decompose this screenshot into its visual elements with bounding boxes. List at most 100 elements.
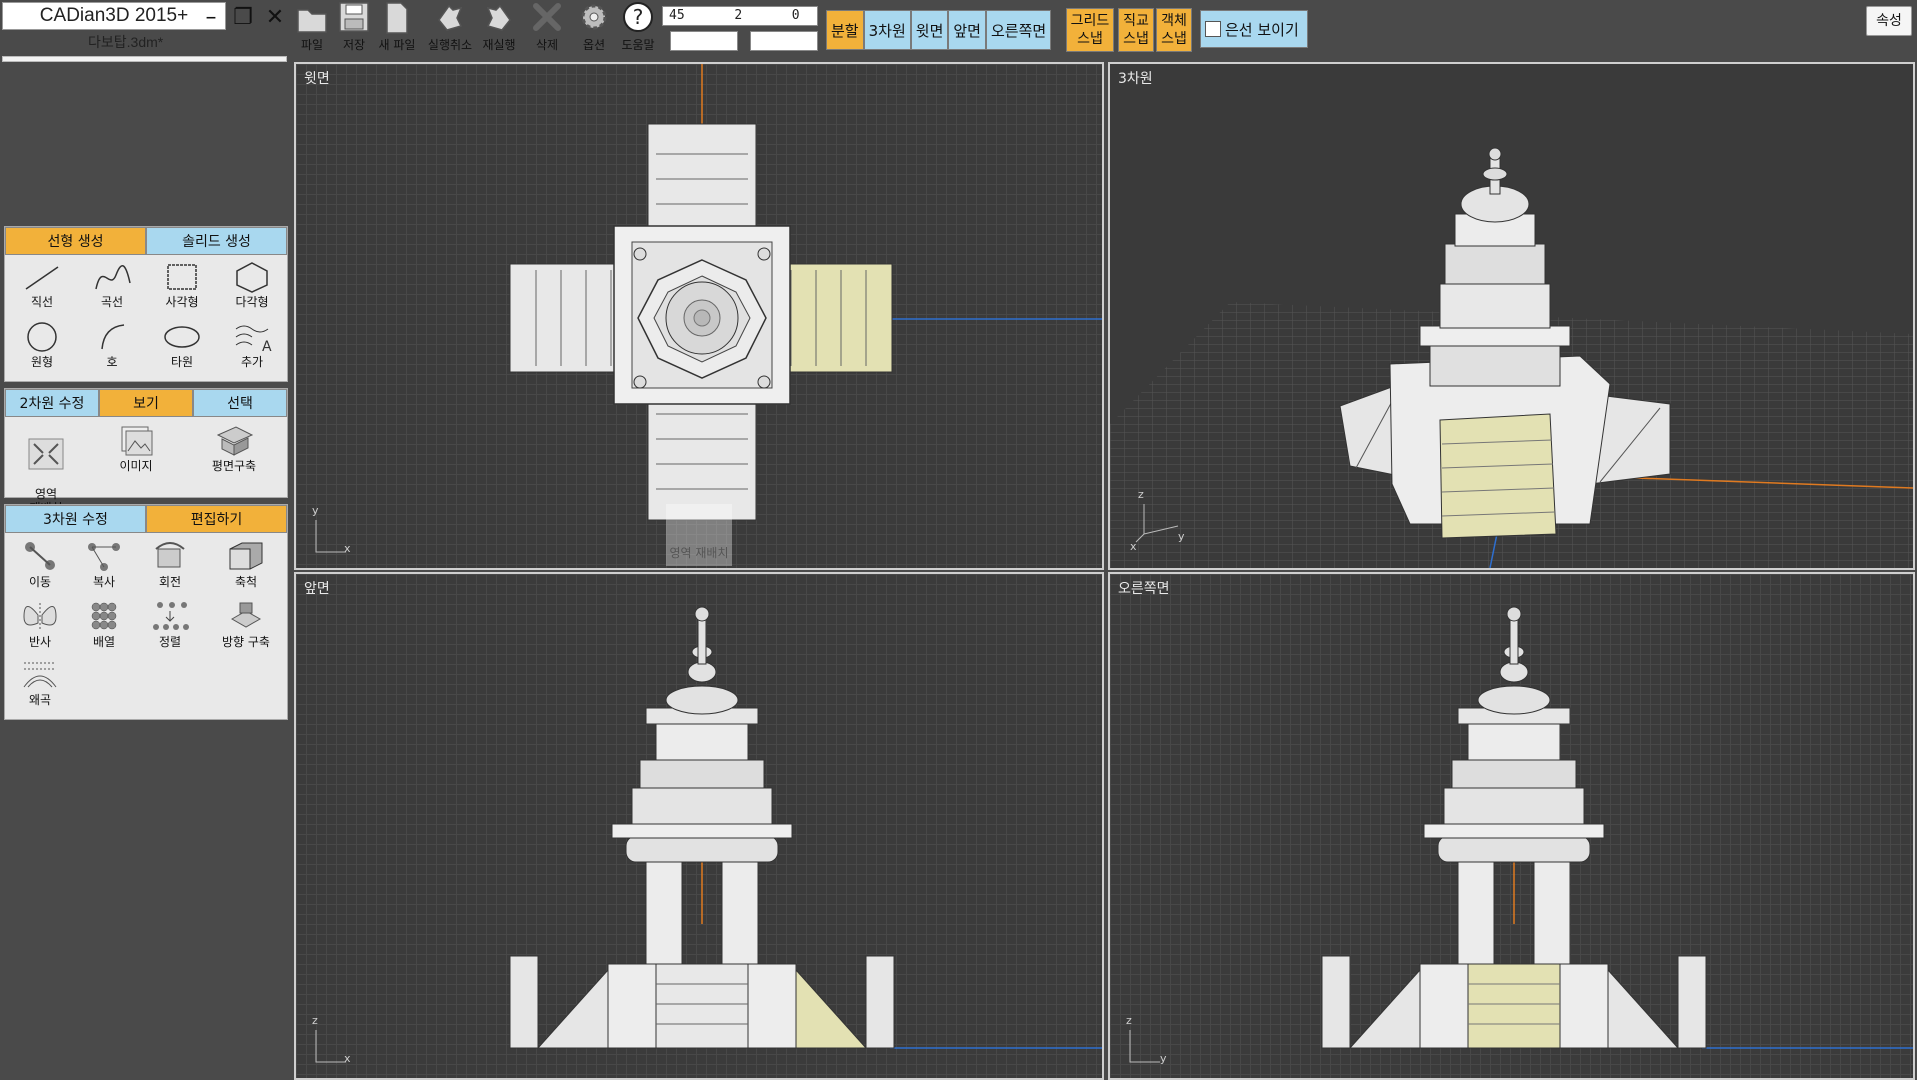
front-view-button[interactable]: 앞면 (948, 10, 986, 50)
tab-edit[interactable]: 편집하기 (146, 505, 287, 533)
split-view-button[interactable]: 분할 (826, 10, 864, 50)
array-tool[interactable]: 배열 (69, 599, 139, 649)
tab-line-create[interactable]: 선형 생성 (5, 227, 146, 255)
mirror-tool[interactable]: 반사 (5, 599, 75, 649)
perspective-viewport[interactable]: 3차원 z y x (1108, 62, 1915, 570)
options-button[interactable]: 옵션 (576, 0, 612, 56)
move-tool[interactable]: 이동 (5, 539, 75, 589)
align-tool-label: 정렬 (158, 635, 182, 649)
arc-tool-label: 호 (106, 355, 118, 369)
help-button[interactable]: ? 도움말 (616, 0, 660, 56)
new-file-label: 새 파일 (378, 38, 416, 52)
image-tool-label: 이미지 (119, 459, 153, 473)
coordinate-input[interactable]: 45 2 0 (662, 6, 818, 26)
save-button[interactable]: 저장 (336, 0, 372, 56)
open-file-label: 파일 (300, 38, 324, 52)
warp-icon (23, 662, 57, 688)
tab-2d-modify[interactable]: 2차원 수정 (5, 389, 99, 417)
warp-tool[interactable]: 왜곡 (5, 657, 75, 707)
scale-tool[interactable]: 축척 (211, 539, 281, 589)
help-icon: ? (623, 2, 653, 32)
rectangle-tool[interactable]: 사각형 (147, 261, 217, 309)
right-axis-z-label: z (1126, 1014, 1132, 1027)
circle-tool[interactable]: 원형 (7, 321, 77, 369)
grid-snap-button[interactable]: 그리드 스냅 (1066, 8, 1114, 52)
restore-button[interactable]: ❐ (230, 4, 256, 32)
ortho-snap-label-2: 스냅 (1123, 31, 1149, 47)
hidden-lines-toggle[interactable]: 은선 보이기 (1200, 10, 1308, 48)
add-tool-label: 추가 (240, 355, 264, 369)
align-icon (153, 602, 189, 630)
object-snap-button[interactable]: 객체 스냅 (1156, 8, 1192, 52)
copy-tool-label: 복사 (92, 575, 116, 589)
rotate-tool-label: 회전 (158, 575, 182, 589)
tab-3d-modify[interactable]: 3차원 수정 (5, 505, 146, 533)
arc-icon (101, 324, 125, 350)
radius-input[interactable] (670, 31, 738, 51)
curve-tool-label: 곡선 (100, 295, 124, 309)
undo-label: 실행취소 (427, 38, 473, 52)
perspective-view-drawing (1110, 147, 1913, 568)
redo-button[interactable]: 재실행 (478, 0, 520, 56)
image-tool[interactable]: 이미지 (101, 423, 171, 473)
coord-z-value: 0 (791, 8, 800, 23)
front-axis-indicator (315, 1030, 346, 1063)
coord-y-value: 2 (734, 8, 743, 23)
new-file-button[interactable]: 새 파일 (376, 0, 418, 56)
close-window-button[interactable]: ✕ (262, 4, 288, 32)
add-tool[interactable]: A 추가 (217, 321, 287, 369)
plane-build-tool[interactable]: 평면구축 (199, 423, 269, 473)
tab-view[interactable]: 보기 (99, 389, 193, 417)
title-bar-strip (2, 56, 287, 62)
coord-x-value: 45 (669, 8, 685, 23)
front-axis-z-label: z (312, 1014, 318, 1027)
line-tool[interactable]: 직선 (7, 261, 77, 309)
top-axis-y-label: y (312, 504, 319, 517)
grid-snap-label-1: 그리드 (1070, 13, 1110, 29)
ellipse-tool[interactable]: 타원 (147, 321, 217, 369)
polygon-icon (236, 262, 268, 293)
right-viewport[interactable]: 오른쪽면 z y (1108, 572, 1915, 1080)
perspective-view-button[interactable]: 3차원 (863, 10, 911, 50)
line-icon (25, 266, 59, 290)
ortho-snap-button[interactable]: 직교 스냅 (1118, 8, 1154, 52)
delete-button[interactable]: 삭제 (528, 0, 566, 56)
hidden-lines-checkbox[interactable] (1205, 21, 1221, 37)
open-file-button[interactable]: 파일 (292, 0, 332, 56)
properties-button[interactable]: 속성 (1866, 6, 1912, 36)
angle-input[interactable] (750, 31, 818, 51)
rotate-tool[interactable]: 회전 (135, 539, 205, 589)
save-label: 저장 (342, 38, 366, 52)
ellipse-tool-label: 타원 (170, 355, 194, 369)
right-view-button[interactable]: 오른쪽면 (985, 10, 1052, 50)
orient-tool[interactable]: 방향 구축 (211, 599, 281, 649)
delete-label: 삭제 (535, 38, 559, 52)
circle-icon (27, 322, 57, 352)
curve-tool[interactable]: 곡선 (77, 261, 147, 309)
align-tool[interactable]: 정렬 (135, 599, 205, 649)
undo-icon (438, 4, 463, 31)
top-axis-indicator (315, 520, 346, 553)
polygon-tool-label: 다각형 (235, 295, 269, 309)
tab-solid-create[interactable]: 솔리드 생성 (146, 227, 287, 255)
minimize-button[interactable]: – (198, 4, 224, 32)
curve-icon (95, 265, 131, 290)
polygon-tool[interactable]: 다각형 (217, 261, 287, 309)
array-icon (91, 602, 117, 630)
top-view-button[interactable]: 윗면 (910, 10, 949, 50)
object-snap-label-2: 스냅 (1161, 31, 1187, 47)
save-icon (339, 2, 369, 32)
help-label: 도움말 (621, 38, 655, 52)
copy-tool[interactable]: 복사 (69, 539, 139, 589)
undo-button[interactable]: 실행취소 (424, 0, 476, 56)
image-icon (121, 426, 153, 456)
tab-select[interactable]: 선택 (193, 389, 287, 417)
ortho-snap-label-1: 직교 (1123, 13, 1149, 29)
rotate-icon (155, 542, 185, 568)
view-panel: 2차원 수정 보기 선택 영역 재배치 이미지 평면구축 (4, 388, 288, 515)
front-viewport[interactable]: 앞면 z x (294, 572, 1104, 1080)
scale-tool-label: 축척 (234, 575, 258, 589)
arc-tool[interactable]: 호 (77, 321, 147, 369)
top-viewport[interactable]: 윗면 y x (294, 62, 1104, 570)
zoom-extents-tool[interactable]: 영역 재배치 (11, 423, 81, 515)
